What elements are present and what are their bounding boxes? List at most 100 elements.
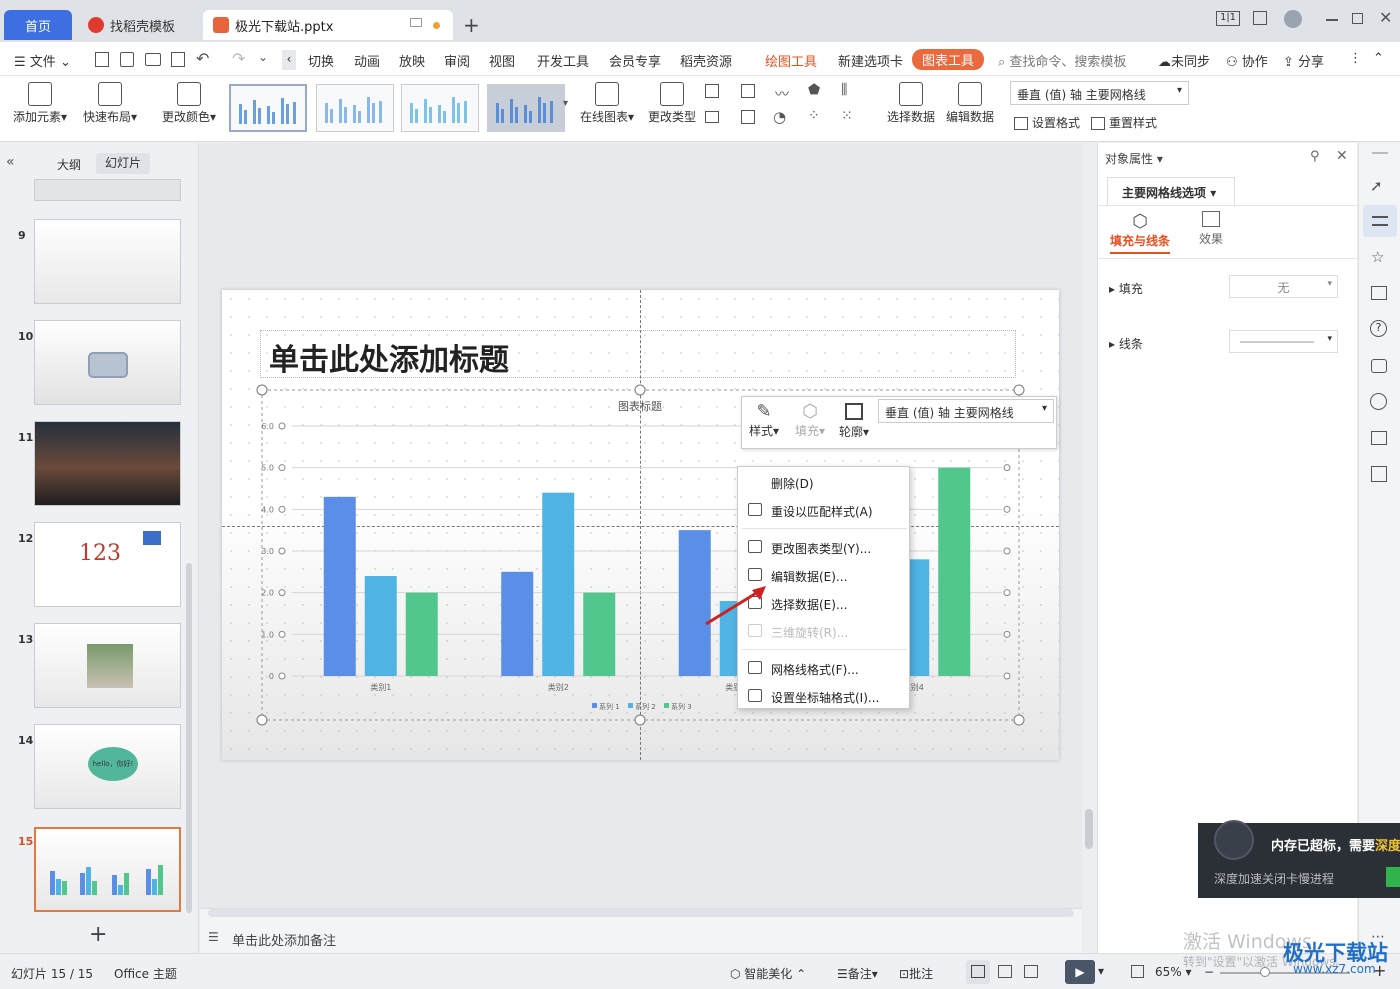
scatter-chart-icon[interactable]: ⁘	[808, 108, 820, 124]
y-tick-label[interactable]: 6.0	[261, 422, 274, 431]
reset-style-button[interactable]: 重置样式	[1091, 114, 1157, 131]
export-pdf-icon[interactable]	[120, 52, 134, 67]
scrollbar-thumb[interactable]	[1085, 809, 1093, 849]
menu-change-chart-type[interactable]: 更改图表类型(Y)...	[738, 534, 909, 560]
layout-toggle-button[interactable]: 1|1	[1216, 11, 1240, 26]
menu-item-docer[interactable]: 稻壳资源	[680, 51, 732, 70]
save-icon[interactable]	[95, 52, 109, 67]
resize-handle[interactable]	[1013, 384, 1025, 396]
monitor-icon[interactable]	[410, 18, 422, 27]
resize-handle[interactable]	[634, 384, 646, 396]
set-format-button[interactable]: 设置格式	[1014, 114, 1080, 131]
maximize-icon[interactable]	[1352, 13, 1363, 24]
gridline-handle-right[interactable]	[1003, 547, 1011, 555]
notes-button[interactable]: ☰备注▾	[837, 965, 878, 982]
more-chart-icon[interactable]: ⁙	[841, 108, 853, 124]
radar-chart-icon[interactable]: ⬟	[808, 82, 820, 98]
gridline-handle-right[interactable]	[1003, 672, 1011, 680]
edit-data-button[interactable]: 编辑数据	[944, 82, 996, 125]
bar[interactable]	[364, 576, 397, 676]
outline-button[interactable]: 轮廓▾	[836, 401, 872, 440]
change-color-button[interactable]: 更改颜色▾	[160, 82, 218, 125]
menu-gridline-format[interactable]: 网格线格式(F)...	[738, 655, 909, 681]
file-menu[interactable]: ☰ 文件 ⌄	[14, 51, 71, 70]
bar[interactable]	[583, 592, 616, 676]
gridline-handle-left[interactable]	[278, 505, 286, 513]
y-tick-label[interactable]: 0	[269, 672, 274, 681]
tab-document[interactable]: 极光下载站.pptx	[203, 10, 453, 40]
menu-item-animation[interactable]: 动画	[354, 51, 380, 70]
legend-label[interactable]: 系列 1	[599, 702, 620, 711]
menu-item-chart-tools[interactable]: 图表工具	[912, 49, 985, 70]
share-button[interactable]: ⇪ 分享	[1283, 51, 1324, 70]
legend-swatch[interactable]	[664, 703, 669, 708]
resize-handle[interactable]	[1013, 714, 1025, 726]
legend-label[interactable]: 系列 2	[635, 702, 656, 711]
slide-thumb-15[interactable]	[34, 827, 181, 912]
menu-item-switch[interactable]: 切换	[308, 51, 334, 70]
reading-view-icon[interactable]	[1024, 965, 1038, 978]
legend-swatch[interactable]	[628, 703, 633, 708]
gridline-handle-left[interactable]	[278, 464, 286, 472]
menu-item-developer[interactable]: 开发工具	[537, 51, 589, 70]
tab-fill-line[interactable]: ⬡ 填充与线条	[1110, 211, 1170, 254]
menu-reset-style[interactable]: 重设以匹配样式(A)	[738, 497, 909, 523]
resize-handle[interactable]	[256, 384, 268, 396]
chart-style-thumb-1[interactable]	[229, 84, 307, 132]
legend-swatch[interactable]	[592, 703, 597, 708]
gridline-handle-right[interactable]	[1003, 630, 1011, 638]
add-element-button[interactable]: 添加元素▾	[12, 82, 68, 125]
x-category-label[interactable]: 类别1	[370, 682, 391, 692]
new-tab-button[interactable]: +	[463, 13, 480, 37]
tab-slides[interactable]: 幻灯片	[96, 153, 150, 174]
chart-title[interactable]: 图表标题	[618, 399, 662, 413]
online-chart-button[interactable]: 在线图表▾	[577, 82, 637, 125]
gridline-handle-left[interactable]	[278, 589, 286, 597]
pin-icon[interactable]: ⚲	[1310, 149, 1320, 164]
play-dropdown-icon[interactable]: ▾	[1098, 964, 1104, 978]
print-preview-icon[interactable]	[171, 52, 185, 67]
chart-element-select[interactable]: 垂直 (值) 轴 主要网格线 ▾	[1010, 81, 1189, 105]
gridline-handle-left[interactable]	[278, 547, 286, 555]
gridline-handle-right[interactable]	[1003, 505, 1011, 513]
chart-style-thumb-4[interactable]	[487, 84, 565, 132]
bar[interactable]	[323, 496, 356, 676]
scroll-left-icon[interactable]: ‹	[282, 50, 296, 70]
resize-handle[interactable]	[634, 714, 646, 726]
select-data-button[interactable]: 选择数据	[885, 82, 937, 125]
gridline-handle-left[interactable]	[278, 422, 286, 430]
quick-layout-button[interactable]: 快速布局▾	[81, 82, 139, 125]
chart-legend[interactable]: 系列 1 系列 2 系列 3	[592, 702, 692, 711]
menu-item-review[interactable]: 审阅	[444, 51, 470, 70]
star-icon[interactable]: ☆	[1371, 248, 1384, 266]
sorter-view-icon[interactable]	[998, 965, 1012, 978]
slide-thumb-12[interactable]: 123	[34, 522, 181, 607]
slide-thumb-partial[interactable]	[34, 179, 181, 201]
collapse-ribbon-icon[interactable]: ⌃	[1373, 51, 1384, 66]
combo-chart-icon[interactable]	[741, 110, 755, 124]
tab-effect[interactable]: 效果	[1190, 211, 1232, 247]
tab-outline[interactable]: 大纲	[57, 156, 81, 173]
add-slide-button[interactable]: +	[89, 922, 107, 947]
slide-panel-scrollbar[interactable]	[186, 563, 192, 913]
toast-action-button[interactable]	[1386, 867, 1400, 887]
gridline-handle-left[interactable]	[278, 672, 286, 680]
menu-item-new-tab[interactable]: 新建选项卡	[838, 51, 903, 70]
y-tick-label[interactable]: 2.0	[261, 589, 274, 598]
pie-chart-icon[interactable]: ◔	[773, 108, 786, 126]
fill-button[interactable]: ⬡ 填充▾	[792, 401, 828, 439]
chart-style-thumb-3[interactable]	[401, 84, 479, 132]
x-category-label[interactable]: 类别2	[548, 682, 569, 692]
menu-delete[interactable]: 删除(D)	[738, 469, 909, 495]
help-icon[interactable]: ?	[1370, 320, 1387, 337]
slide-thumb-11[interactable]	[34, 421, 181, 506]
memory-toast[interactable]: 内存已超标，需要深度 深度加速关闭卡慢进程	[1198, 820, 1400, 898]
slides-icon[interactable]	[1371, 286, 1387, 300]
redo-icon[interactable]: ↷	[232, 49, 245, 68]
normal-view-button[interactable]	[966, 960, 990, 984]
slide-thumb-14[interactable]: hello，你好!	[34, 724, 181, 809]
slide-thumb-13[interactable]	[34, 623, 181, 708]
theme-name[interactable]: Office 主题	[114, 965, 177, 982]
quick-access-dropdown-icon[interactable]: ⌄	[258, 50, 268, 64]
backup-icon[interactable]	[1371, 359, 1387, 373]
